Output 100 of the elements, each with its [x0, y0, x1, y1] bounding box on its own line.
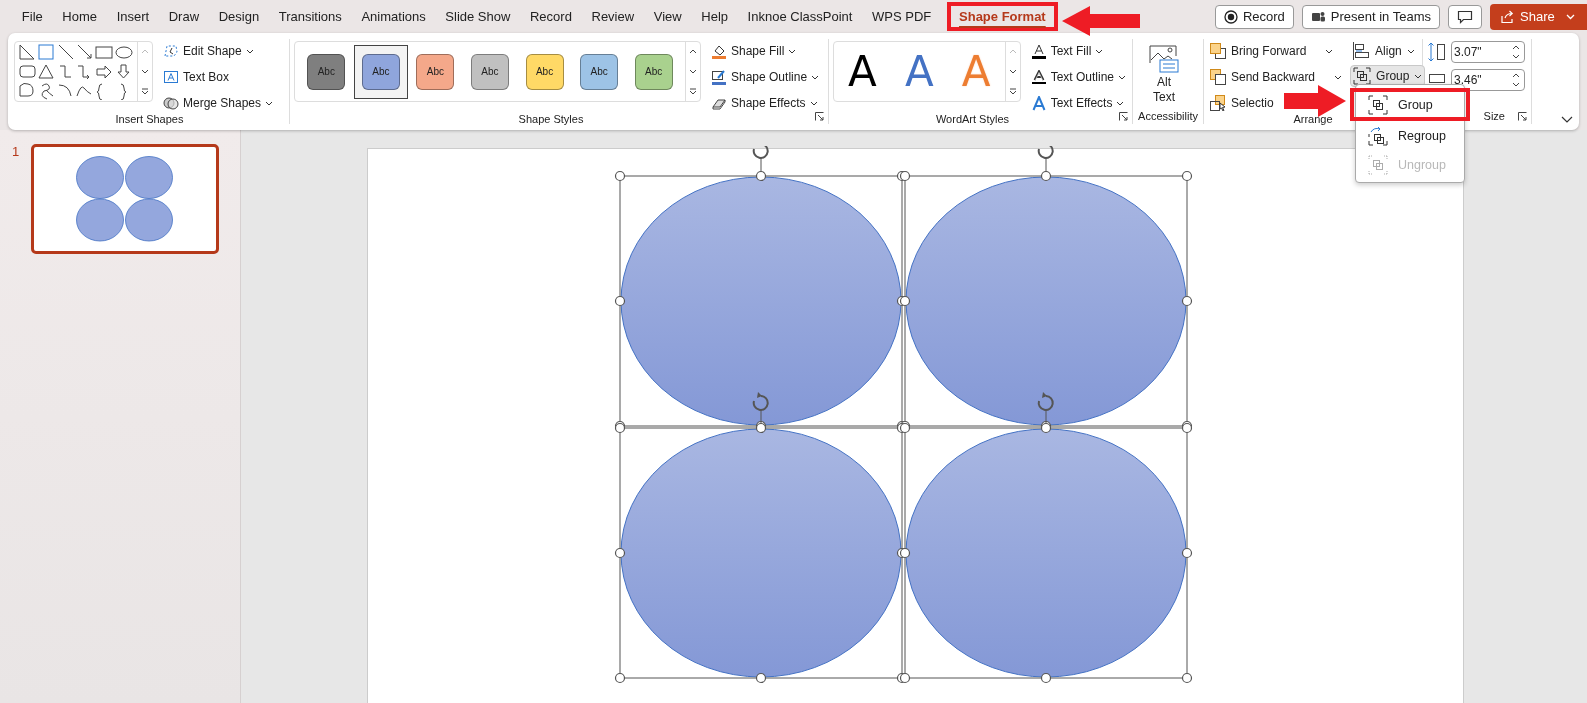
callout-arrow — [1284, 85, 1346, 117]
share-button[interactable]: Share — [1490, 3, 1587, 30]
ribbon-tab[interactable]: Transitions — [268, 2, 352, 31]
group-label: Size — [1482, 110, 1506, 124]
comments-button[interactable] — [1448, 4, 1482, 29]
spinner-arrows-icon — [1512, 45, 1520, 59]
text-box-icon — [163, 70, 179, 84]
menu-item[interactable]: Regroup — [1356, 121, 1464, 150]
ungroup-icon — [1368, 154, 1388, 175]
height-icon — [1427, 42, 1447, 62]
bring-forward-icon — [1210, 43, 1226, 59]
expand-icon — [141, 87, 149, 95]
ribbon-command[interactable]: Shape Fill — [709, 41, 822, 61]
ribbon-command[interactable]: Text Effects — [1028, 93, 1128, 113]
ribbon-tab[interactable]: Inknoe ClassPoint — [737, 2, 863, 31]
dialog-launcher-icon[interactable] — [1518, 112, 1527, 121]
chevron-down-icon — [141, 69, 149, 74]
chevron-down-icon — [1414, 73, 1423, 79]
slide-thumbnail[interactable] — [31, 144, 220, 254]
selected-ellipses-drawing[interactable] — [614, 146, 1193, 684]
ribbon-command[interactable]: Text Fill — [1028, 41, 1128, 61]
group-label: Insert Shapes — [114, 113, 185, 127]
slide-number: 1 — [12, 144, 20, 161]
chevron-down-icon — [1116, 100, 1125, 106]
send-backward-icon — [1210, 69, 1226, 85]
dialog-launcher-icon[interactable] — [1119, 112, 1128, 121]
ribbon-tab[interactable]: Draw — [158, 2, 209, 31]
chevron-down-icon — [245, 48, 254, 54]
chevron-up-icon — [689, 49, 697, 55]
ribbon-tab[interactable]: Home — [52, 2, 107, 31]
group-icon — [1368, 94, 1388, 115]
pen-outline-icon — [711, 69, 727, 85]
selection-pane-icon — [1210, 95, 1226, 111]
ribbon-command[interactable]: Text Box — [161, 67, 276, 87]
chevron-down-icon — [1325, 48, 1334, 54]
group-icon — [1353, 67, 1372, 85]
ribbon-command[interactable]: Text Outline — [1028, 67, 1128, 87]
chevron-down-icon — [1008, 69, 1017, 74]
paint-bucket-icon — [711, 43, 727, 59]
group-label: Arrange — [1292, 113, 1334, 127]
image-caption-icon — [1149, 45, 1179, 73]
ribbon-command[interactable]: Edit Shape — [161, 41, 276, 61]
align-button[interactable]: Align — [1350, 41, 1426, 61]
record-button[interactable]: Record — [1214, 4, 1294, 29]
chevron-up-icon — [141, 49, 149, 55]
chevron-down-icon — [689, 69, 697, 74]
merge-shapes-icon — [163, 96, 179, 110]
regroup-icon — [1368, 125, 1388, 146]
edit-shape-icon — [163, 44, 179, 58]
chevron-down-icon — [265, 100, 274, 106]
wordart-style[interactable]: A — [904, 50, 934, 93]
ribbon-tab[interactable]: File — [12, 2, 53, 31]
chevron-down-icon — [788, 48, 797, 54]
ribbon-command[interactable]: Send Backward — [1208, 67, 1345, 87]
shape-style-swatch[interactable]: Abc — [353, 44, 408, 99]
chevron-down-icon — [1118, 74, 1126, 80]
ribbon-tab[interactable]: Design — [208, 2, 269, 31]
shape-gallery-drawing[interactable] — [17, 42, 135, 100]
ribbon-command[interactable]: Shape Effects — [709, 93, 822, 113]
ribbon-command[interactable]: Shape Outline — [709, 67, 822, 87]
ribbon-tab[interactable]: WPS PDF — [862, 2, 941, 31]
dialog-launcher-icon[interactable] — [815, 112, 824, 121]
share-icon — [1500, 9, 1515, 24]
ribbon-tab[interactable]: Record — [520, 2, 582, 31]
chevron-up-icon — [1008, 49, 1017, 55]
teams-icon — [1310, 9, 1326, 24]
ribbon-tab[interactable]: Slide Show — [435, 2, 521, 31]
height-field[interactable]: 3.07" — [1451, 41, 1525, 63]
ribbon-tab[interactable]: View — [643, 2, 692, 31]
wordart-style[interactable]: A — [848, 50, 877, 93]
ribbon-tab[interactable]: Animations — [351, 2, 436, 31]
expand-icon — [1008, 87, 1017, 95]
ribbon-tab[interactable]: Insert — [106, 2, 159, 31]
group-label: Shape Styles — [517, 113, 585, 127]
text-effects-icon — [1030, 95, 1047, 111]
ribbon-command[interactable]: Merge Shapes — [161, 93, 276, 113]
text-fill-icon — [1030, 43, 1047, 59]
chevron-down-icon — [809, 100, 818, 106]
record-icon — [1223, 9, 1238, 24]
chevron-down-icon — [1406, 48, 1415, 54]
chevron-down-icon — [811, 74, 820, 80]
chevron-down-icon — [1334, 74, 1343, 80]
chevron-down-icon — [1565, 13, 1575, 20]
ribbon-command[interactable]: Selectio — [1208, 93, 1345, 113]
expand-icon — [689, 87, 697, 95]
chevron-down-icon — [1095, 48, 1104, 54]
comment-icon — [1457, 9, 1473, 24]
present-in-teams-button[interactable]: Present in Teams — [1301, 4, 1440, 29]
align-icon — [1352, 42, 1371, 60]
ribbon-command[interactable]: Bring Forward — [1208, 41, 1345, 61]
group-label: Accessibility — [1137, 110, 1199, 124]
alt-text-button[interactable]: Alt Text — [1137, 41, 1191, 110]
group-label: WordArt Styles — [934, 113, 1011, 127]
ribbon-tab[interactable]: Help — [691, 2, 738, 31]
chevron-down-icon — [1561, 116, 1573, 123]
text-outline-icon — [1030, 69, 1047, 85]
menu-item[interactable]: Group — [1350, 88, 1470, 121]
ribbon-tab[interactable]: Review — [581, 2, 644, 31]
spinner-arrows-icon — [1512, 73, 1520, 87]
group-button[interactable]: Group — [1350, 65, 1426, 87]
